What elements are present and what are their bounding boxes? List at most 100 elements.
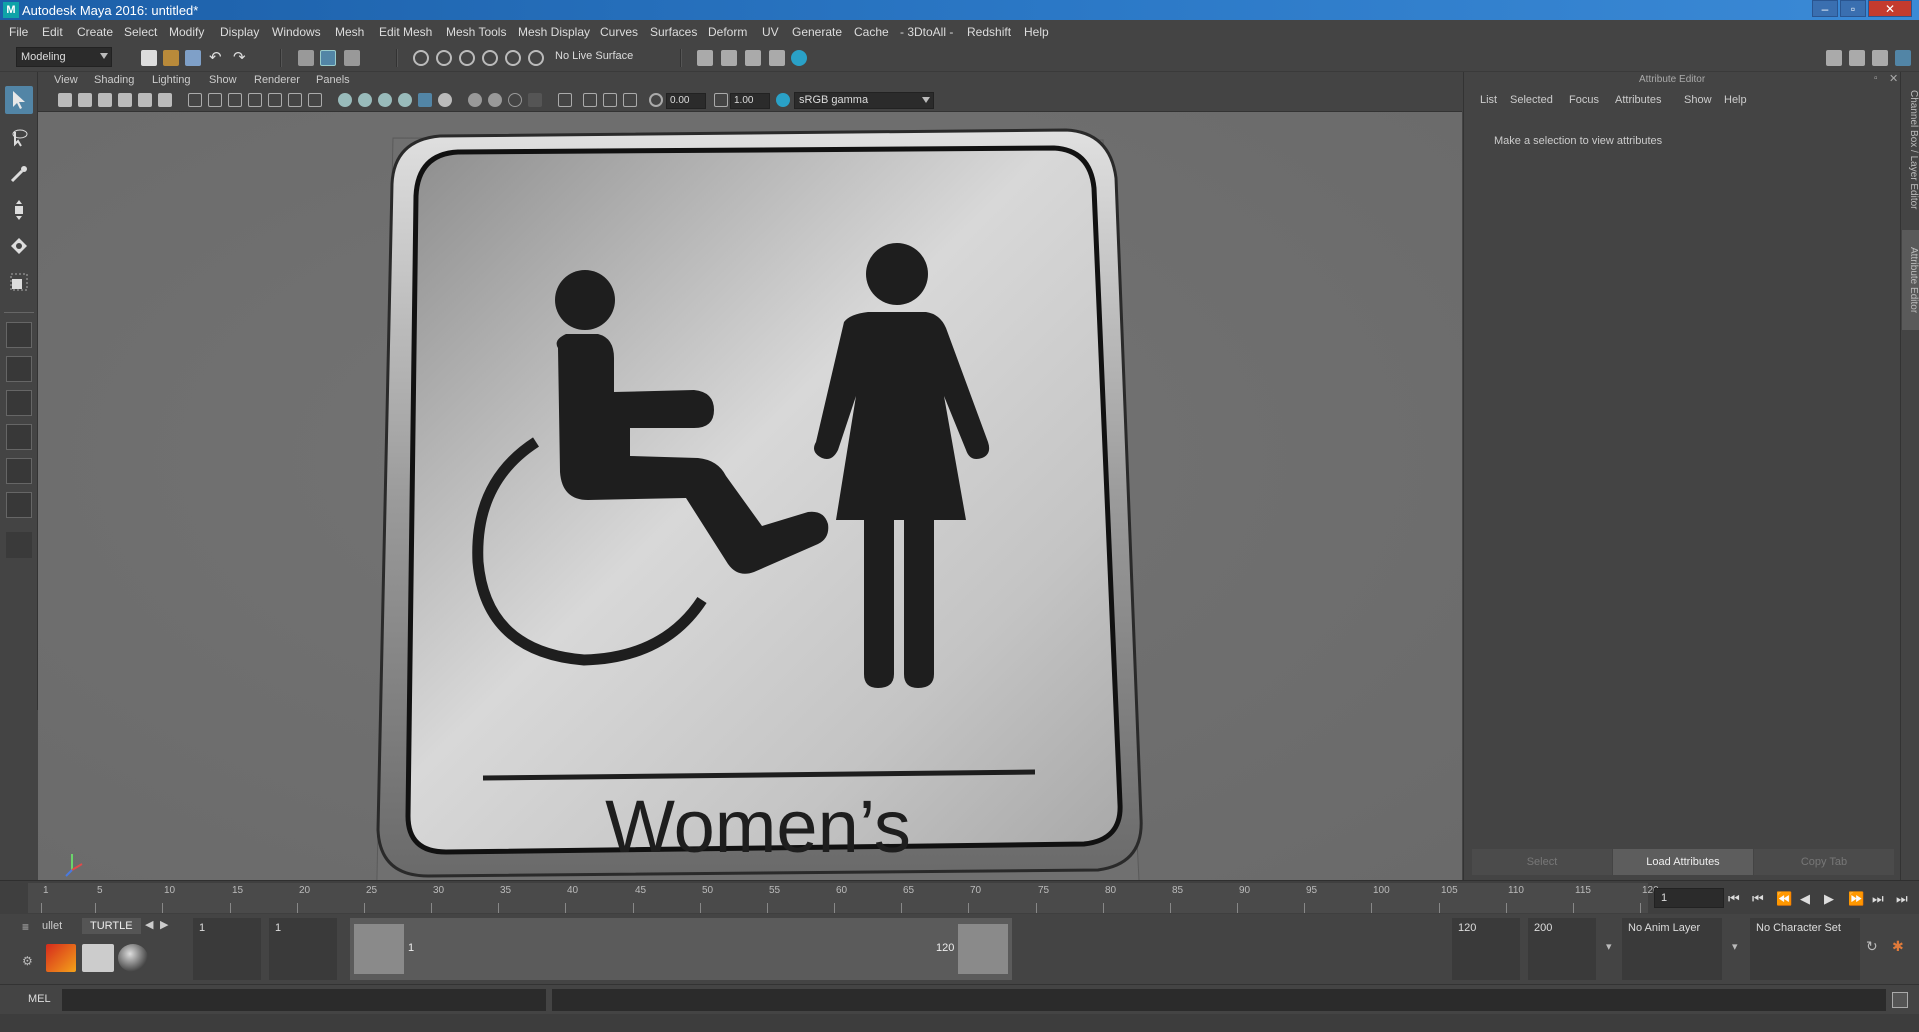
render-shelf-icon[interactable] — [82, 944, 114, 972]
rotate-tool-icon[interactable] — [5, 232, 33, 260]
shelf-tab-turtle[interactable]: TURTLE — [82, 918, 141, 934]
snap-view-plane-icon[interactable] — [482, 50, 498, 66]
column-layout-icon[interactable] — [6, 458, 32, 484]
snap-pivot-icon[interactable] — [528, 50, 544, 66]
menu-mesh-tools[interactable]: Mesh Tools — [446, 25, 506, 39]
menu-mesh-display[interactable]: Mesh Display — [518, 25, 590, 39]
render-globals-icon[interactable] — [769, 50, 785, 66]
scale-tool-icon[interactable] — [5, 268, 33, 296]
viewport-menu-lighting[interactable]: Lighting — [152, 74, 191, 86]
new-scene-icon[interactable] — [141, 50, 157, 66]
camera-select-icon[interactable] — [58, 93, 72, 107]
play-forward-icon[interactable]: ▶ — [1824, 891, 1834, 907]
menu-help[interactable]: Help — [1024, 25, 1049, 39]
menu-deform[interactable]: Deform — [708, 25, 747, 39]
step-back-key-icon[interactable]: ⏮ — [1752, 891, 1764, 907]
exposure-icon[interactable] — [649, 93, 663, 107]
textured-icon[interactable] — [418, 93, 432, 107]
range-end-handle[interactable] — [958, 924, 1008, 974]
outliner-toggle-icon[interactable] — [1849, 50, 1865, 66]
ae-menu-attributes[interactable]: Attributes — [1615, 94, 1661, 106]
anim-layer-dropdown[interactable]: No Anim Layer — [1622, 918, 1722, 980]
mel-input[interactable] — [62, 989, 546, 1011]
menu-uv[interactable]: UV — [762, 25, 779, 39]
bookmark-icon[interactable] — [98, 93, 112, 107]
snap-curve-icon[interactable] — [436, 50, 452, 66]
menu-file[interactable]: File — [9, 25, 28, 39]
redo-icon[interactable]: ↷ — [233, 50, 249, 66]
open-scene-icon[interactable] — [163, 50, 179, 66]
tab-attribute-editor[interactable]: Attribute Editor — [1902, 230, 1919, 330]
menu-create[interactable]: Create — [77, 25, 113, 39]
menu-surfaces[interactable]: Surfaces — [650, 25, 697, 39]
lights-icon[interactable] — [438, 93, 452, 107]
3d-scene[interactable]: Women’s persp — [38, 112, 1462, 923]
tool-settings-icon[interactable] — [1872, 50, 1888, 66]
four-pane-layout-icon[interactable] — [6, 356, 32, 382]
ae-select-button[interactable]: Select — [1472, 849, 1612, 875]
graph-layout-icon[interactable] — [6, 424, 32, 450]
ae-menu-show[interactable]: Show — [1684, 94, 1712, 106]
gate-mask-icon[interactable] — [248, 93, 262, 107]
copy-tab-button[interactable]: Copy Tab — [1754, 849, 1894, 875]
range-start-handle[interactable] — [354, 924, 404, 974]
viewport-menu-renderer[interactable]: Renderer — [254, 74, 300, 86]
xray-components-icon[interactable] — [623, 93, 637, 107]
single-pane-layout-icon[interactable] — [6, 322, 32, 348]
select-hierarchy-icon[interactable] — [298, 50, 314, 66]
ae-menu-help[interactable]: Help — [1724, 94, 1747, 106]
image-plane-icon[interactable] — [118, 93, 132, 107]
isolate-select-icon[interactable] — [558, 93, 572, 107]
motion-blur-icon[interactable] — [508, 93, 522, 107]
wireframe-on-shaded-icon[interactable] — [398, 93, 412, 107]
grease-pencil-icon[interactable] — [158, 93, 172, 107]
film-gate-icon[interactable] — [208, 93, 222, 107]
gamma-icon[interactable] — [714, 93, 728, 107]
menu-edit-mesh[interactable]: Edit Mesh — [379, 25, 432, 39]
safe-action-icon[interactable] — [288, 93, 302, 107]
redshift-shelf-icon[interactable] — [46, 944, 76, 972]
render-settings-icon[interactable] — [697, 50, 713, 66]
viewport-menu-shading[interactable]: Shading — [94, 74, 134, 86]
menu-select[interactable]: Select — [124, 25, 157, 39]
modeling-toolkit-icon[interactable] — [1826, 50, 1842, 66]
viewport-menu-view[interactable]: View — [54, 74, 78, 86]
ae-menu-list[interactable]: List — [1480, 94, 1497, 106]
save-scene-icon[interactable] — [185, 50, 201, 66]
step-forward-frame-icon[interactable]: ⏩ — [1848, 891, 1864, 907]
shelf-prev-icon[interactable]: ◀ — [145, 918, 153, 931]
step-forward-key-icon[interactable]: ⏭ — [1872, 891, 1884, 907]
anti-aliasing-icon[interactable] — [528, 93, 542, 107]
snap-point-icon[interactable] — [459, 50, 475, 66]
load-attributes-button[interactable]: Load Attributes — [1613, 849, 1753, 875]
menu-3dtoall[interactable]: - 3DtoAll - — [900, 25, 953, 39]
viewport-menu-show[interactable]: Show — [209, 74, 237, 86]
field-chart-icon[interactable] — [268, 93, 282, 107]
menu-cache[interactable]: Cache — [854, 25, 889, 39]
live-surface-field[interactable]: No Live Surface — [551, 47, 651, 67]
shelf-next-icon[interactable]: ▶ — [160, 918, 168, 931]
ipr-render-icon[interactable] — [745, 50, 761, 66]
shelf-collapse-icon[interactable]: ≡ — [22, 920, 32, 936]
smooth-shade-icon[interactable] — [358, 93, 372, 107]
shadows-icon[interactable] — [468, 93, 482, 107]
go-to-end-icon[interactable]: ⏭ — [1896, 891, 1908, 907]
color-space-dropdown[interactable]: sRGB gamma — [794, 92, 934, 109]
select-object-icon[interactable] — [320, 50, 336, 66]
snap-surface-icon[interactable] — [505, 50, 521, 66]
tab-channel-box[interactable]: Channel Box / Layer Editor — [1902, 80, 1919, 220]
grid-icon[interactable] — [188, 93, 202, 107]
menu-edit[interactable]: Edit — [42, 25, 63, 39]
exposure-field[interactable]: 0.00 — [666, 93, 706, 109]
auto-key-icon[interactable]: ↻ — [1866, 938, 1878, 955]
xray-icon[interactable] — [583, 93, 597, 107]
more-layouts-icon[interactable] — [6, 532, 32, 558]
close-button[interactable]: ✕ — [1868, 0, 1912, 17]
persp-graph-layout-icon[interactable] — [6, 492, 32, 518]
ae-menu-focus[interactable]: Focus — [1569, 94, 1599, 106]
material-shelf-icon[interactable] — [118, 944, 148, 972]
minimize-button[interactable]: – — [1812, 0, 1838, 17]
snap-grid-icon[interactable] — [413, 50, 429, 66]
wireframe-icon[interactable] — [338, 93, 352, 107]
hypershade-icon[interactable] — [791, 50, 807, 66]
